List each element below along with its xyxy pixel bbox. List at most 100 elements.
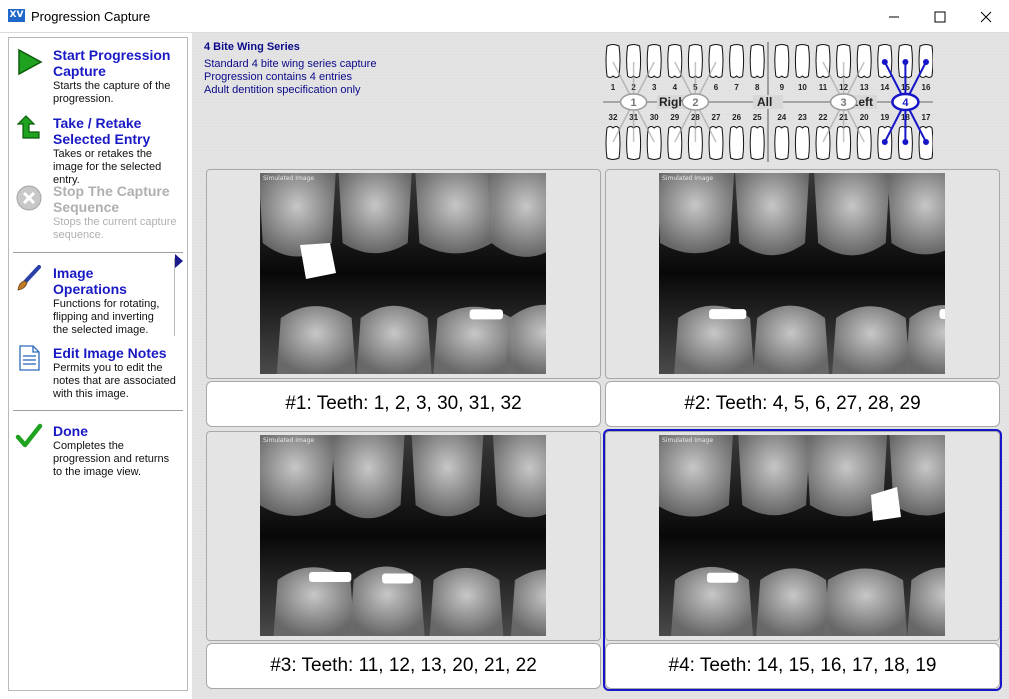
group-marker-number: 2 — [692, 97, 698, 109]
submenu-arrow-icon — [175, 254, 183, 268]
group-marker-number: 4 — [902, 97, 909, 109]
xray-image[interactable]: Simulated Image — [659, 173, 945, 374]
lower-tooth-number: 20 — [860, 113, 869, 122]
stop-capture-title: Stop The Capture Sequence — [53, 183, 170, 215]
all-label[interactable]: All — [757, 95, 772, 109]
entry-caption-2[interactable]: #2: Teeth: 4, 5, 6, 27, 28, 29 — [605, 381, 1000, 427]
image-operations-title: Image Operations — [53, 265, 127, 297]
selected-tooth-dot — [902, 59, 909, 65]
window-title: Progression Capture — [31, 9, 151, 24]
image-operations-desc: Functions for rotating, flipping and inv… — [53, 298, 160, 336]
upper-tooth-number: 6 — [714, 83, 719, 92]
notes-document-icon — [19, 345, 40, 371]
lower-tooth-number: 24 — [777, 113, 786, 122]
image-operations-button[interactable]: Image Operations Functions for rotating,… — [9, 262, 187, 336]
upper-tooth-number: 13 — [860, 83, 869, 92]
series-entry-count: Progression contains 4 entries — [204, 71, 352, 83]
app-icon: XV — [8, 9, 25, 22]
upper-tooth-number: 11 — [819, 83, 828, 92]
selected-entry-outline — [603, 429, 1002, 691]
upper-tooth-numbers: 12345678910111213141516 — [611, 83, 931, 92]
tooth-lower[interactable] — [774, 126, 790, 160]
simulated-image-label: Simulated Image — [662, 437, 714, 444]
selected-tooth-dot — [881, 139, 888, 145]
selected-tooth-dot — [923, 59, 929, 65]
upper-tooth-number: 8 — [755, 83, 760, 92]
selected-tooth-dot — [902, 139, 909, 145]
selected-tooth-dot — [881, 59, 888, 65]
entry-caption-3[interactable]: #3: Teeth: 11, 12, 13, 20, 21, 22 — [206, 643, 601, 689]
submenu-divider — [174, 258, 175, 336]
paintbrush-icon — [17, 265, 41, 291]
entry-image-frame-3[interactable]: Simulated Image — [206, 431, 601, 641]
xray-image[interactable]: Simulated Image — [260, 173, 546, 374]
tooth-upper[interactable] — [749, 44, 765, 78]
tooth-lower[interactable] — [729, 126, 745, 160]
tooth-lower[interactable] — [749, 126, 765, 160]
lower-tooth-number: 17 — [922, 113, 931, 122]
stop-capture-desc: Stops the current capture sequence. — [53, 216, 177, 241]
done-button[interactable]: Done Completes the progression and retur… — [9, 420, 187, 484]
series-dentition-note: Adult dentition specification only — [204, 84, 361, 96]
upper-tooth-number: 14 — [880, 83, 889, 92]
radiograph-graphic — [260, 173, 546, 374]
lower-tooth-number: 26 — [732, 113, 741, 122]
tooth-upper[interactable] — [729, 44, 745, 78]
lower-tooth-number: 32 — [609, 113, 618, 122]
minimize-icon — [889, 16, 899, 18]
radiograph-graphic — [260, 435, 546, 636]
sidebar-divider — [13, 410, 183, 412]
selected-tooth-dot — [923, 139, 929, 145]
series-info: 4 Bite Wing Series Standard 4 bite wing … — [204, 41, 376, 97]
tooth-upper[interactable] — [774, 44, 790, 78]
group-marker-number: 3 — [841, 97, 847, 109]
xray-image[interactable]: Simulated Image — [260, 435, 546, 636]
retake-arrow-icon — [16, 115, 40, 139]
stop-capture-sequence-button[interactable]: Stop The Capture Sequence Stops the curr… — [9, 180, 187, 244]
done-title: Done — [53, 423, 88, 439]
simulated-image-label: Simulated Image — [263, 437, 315, 444]
task-sidebar: Start Progression Capture Starts the cap… — [8, 37, 188, 691]
upper-tooth-number: 1 — [611, 83, 616, 92]
close-button[interactable] — [963, 0, 1009, 33]
tooth-chart[interactable]: 12345678910111213141516 3231302928272625… — [603, 42, 933, 162]
tooth-upper[interactable] — [794, 44, 810, 78]
radiograph-graphic — [659, 173, 945, 374]
maximize-button[interactable] — [917, 0, 963, 33]
lower-tooth-number: 25 — [753, 113, 762, 122]
entry-image-frame-2[interactable]: Simulated Image — [605, 169, 1000, 379]
close-icon — [980, 11, 992, 23]
play-icon — [18, 48, 43, 76]
simulated-image-label: Simulated Image — [263, 175, 315, 182]
upper-tooth-number: 10 — [798, 83, 807, 92]
maximize-icon — [934, 11, 946, 23]
edit-image-notes-desc: Permits you to edit the notes that are a… — [53, 362, 176, 400]
simulated-image-label: Simulated Image — [662, 175, 714, 182]
start-progression-capture-title: Start Progression Capture — [53, 47, 171, 79]
series-title: 4 Bite Wing Series — [204, 41, 300, 53]
take-retake-title: Take / Retake Selected Entry — [53, 115, 151, 147]
tooth-lower[interactable] — [794, 126, 810, 160]
upper-tooth-number: 3 — [652, 83, 657, 92]
sidebar-divider — [13, 252, 183, 254]
lower-tooth-number: 19 — [880, 113, 889, 122]
lower-tooth-number: 27 — [712, 113, 721, 122]
series-description: Standard 4 bite wing series capture — [204, 58, 377, 70]
entry-image-frame-1[interactable]: Simulated Image — [206, 169, 601, 379]
lower-tooth-number: 30 — [650, 113, 659, 122]
group-marker-number: 1 — [631, 97, 637, 109]
upper-tooth-number: 4 — [673, 83, 678, 92]
title-bar: XV Progression Capture — [0, 0, 1009, 33]
stop-x-icon — [16, 185, 42, 211]
upper-tooth-number: 16 — [922, 83, 931, 92]
minimize-button[interactable] — [871, 0, 917, 33]
edit-image-notes-button[interactable]: Edit Image Notes Permits you to edit the… — [9, 342, 187, 406]
entry-caption-1[interactable]: #1: Teeth: 1, 2, 3, 30, 31, 32 — [206, 381, 601, 427]
upper-tooth-number: 7 — [734, 83, 739, 92]
edit-image-notes-title: Edit Image Notes — [53, 345, 167, 361]
checkmark-icon — [15, 423, 43, 448]
start-progression-capture-desc: Starts the capture of the progression. — [53, 80, 171, 105]
lower-tooth-number: 22 — [819, 113, 828, 122]
start-progression-capture-button[interactable]: Start Progression Capture Starts the cap… — [9, 44, 187, 108]
take-retake-selected-entry-button[interactable]: Take / Retake Selected Entry Takes or re… — [9, 112, 187, 186]
